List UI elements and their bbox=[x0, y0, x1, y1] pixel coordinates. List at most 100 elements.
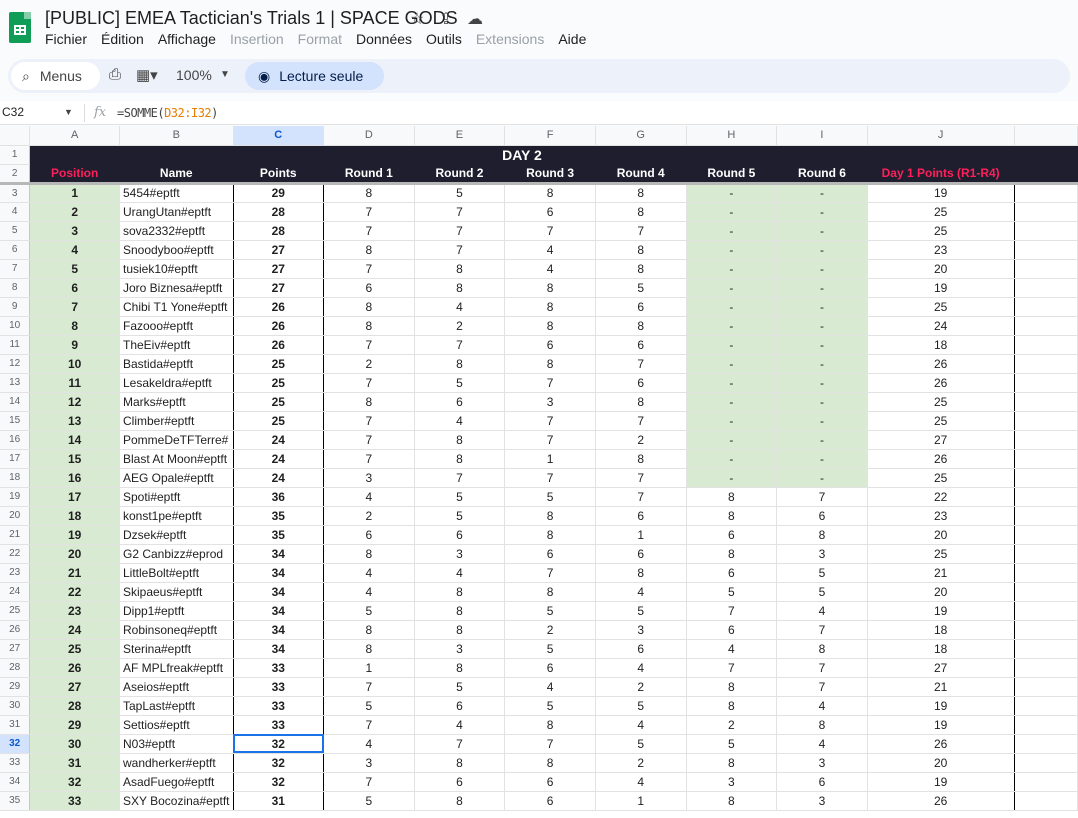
round-cell[interactable]: 4 bbox=[595, 658, 687, 678]
name-cell[interactable]: Aseios#eptft bbox=[119, 677, 234, 697]
points-cell[interactable]: 28 bbox=[233, 202, 325, 222]
column-header-g[interactable]: G bbox=[595, 126, 687, 146]
day1-points-cell[interactable]: 25 bbox=[867, 544, 1015, 564]
empty-cell[interactable] bbox=[1014, 316, 1078, 336]
row-header[interactable]: 8 bbox=[0, 278, 31, 298]
empty-cell[interactable] bbox=[1014, 259, 1078, 279]
points-cell[interactable]: 25 bbox=[233, 354, 325, 374]
points-cell[interactable]: 35 bbox=[233, 525, 325, 545]
round-cell[interactable]: 6 bbox=[504, 335, 596, 355]
round-cell[interactable]: 4 bbox=[504, 677, 596, 697]
name-cell[interactable]: sova2332#eptft bbox=[119, 221, 234, 241]
day1-points-cell[interactable]: 22 bbox=[867, 487, 1015, 507]
position-cell[interactable]: 7 bbox=[29, 297, 120, 317]
round-cell[interactable]: - bbox=[776, 278, 868, 298]
round-cell[interactable]: 8 bbox=[776, 639, 868, 659]
round-cell[interactable]: 7 bbox=[595, 411, 687, 431]
position-cell[interactable]: 5 bbox=[29, 259, 120, 279]
round-cell[interactable]: 8 bbox=[776, 715, 868, 735]
round-cell[interactable]: - bbox=[686, 297, 778, 317]
round-cell[interactable]: 7 bbox=[686, 658, 778, 678]
position-cell[interactable]: 12 bbox=[29, 392, 120, 412]
round-cell[interactable]: 6 bbox=[414, 392, 506, 412]
row-header[interactable]: 4 bbox=[0, 202, 31, 222]
row-header[interactable]: 3 bbox=[0, 183, 31, 203]
round-cell[interactable]: 6 bbox=[323, 278, 415, 298]
row-header[interactable]: 2 bbox=[0, 164, 31, 185]
row-header[interactable]: 32 bbox=[0, 734, 31, 754]
round-cell[interactable]: - bbox=[686, 202, 778, 222]
round-cell[interactable]: 1 bbox=[595, 525, 687, 545]
position-cell[interactable]: 14 bbox=[29, 430, 120, 450]
round-cell[interactable]: 8 bbox=[504, 506, 596, 526]
round-cell[interactable]: 4 bbox=[414, 297, 506, 317]
round-cell[interactable]: 3 bbox=[323, 753, 415, 773]
round-cell[interactable]: 7 bbox=[504, 430, 596, 450]
position-cell[interactable]: 8 bbox=[29, 316, 120, 336]
round-cell[interactable]: 3 bbox=[414, 639, 506, 659]
row-header[interactable]: 30 bbox=[0, 696, 31, 716]
round-cell[interactable]: 1 bbox=[504, 449, 596, 469]
row-header[interactable]: 10 bbox=[0, 316, 31, 336]
round-cell[interactable]: 8 bbox=[686, 487, 778, 507]
name-cell[interactable]: Settios#eptft bbox=[119, 715, 234, 735]
empty-cell[interactable] bbox=[1014, 658, 1078, 678]
points-cell[interactable]: 24 bbox=[233, 449, 325, 469]
points-cell[interactable]: 27 bbox=[233, 278, 325, 298]
row-header[interactable]: 18 bbox=[0, 468, 31, 488]
round-cell[interactable]: - bbox=[686, 221, 778, 241]
select-all-corner[interactable] bbox=[0, 126, 31, 146]
round-cell[interactable]: 8 bbox=[414, 620, 506, 640]
round-cell[interactable]: 6 bbox=[504, 772, 596, 792]
name-cell[interactable]: Bastida#eptft bbox=[119, 354, 234, 374]
points-cell[interactable]: 27 bbox=[233, 240, 325, 260]
name-cell[interactable]: SXY Bocozina#eptft bbox=[119, 791, 234, 811]
points-cell[interactable]: 32 bbox=[233, 734, 325, 754]
round-cell[interactable]: 7 bbox=[776, 487, 868, 507]
round-cell[interactable]: 4 bbox=[504, 259, 596, 279]
points-cell[interactable]: 33 bbox=[233, 677, 325, 697]
position-cell[interactable]: 17 bbox=[29, 487, 120, 507]
round-cell[interactable]: 6 bbox=[776, 506, 868, 526]
round-cell[interactable]: 4 bbox=[323, 734, 415, 754]
position-cell[interactable]: 21 bbox=[29, 563, 120, 583]
round-cell[interactable]: 7 bbox=[504, 734, 596, 754]
empty-cell[interactable] bbox=[1014, 544, 1078, 564]
name-cell[interactable]: UrangUtan#eptft bbox=[119, 202, 234, 222]
round-cell[interactable]: 7 bbox=[776, 677, 868, 697]
day1-points-cell[interactable]: 25 bbox=[867, 202, 1015, 222]
round-cell[interactable]: 5 bbox=[323, 791, 415, 811]
round-cell[interactable]: 5 bbox=[504, 601, 596, 621]
round-cell[interactable]: - bbox=[776, 316, 868, 336]
round-cell[interactable]: - bbox=[686, 468, 778, 488]
day1-points-cell[interactable]: 23 bbox=[867, 240, 1015, 260]
round-cell[interactable]: - bbox=[686, 183, 778, 203]
day1-points-cell[interactable]: 23 bbox=[867, 506, 1015, 526]
round-cell[interactable]: 2 bbox=[504, 620, 596, 640]
round-cell[interactable]: - bbox=[776, 240, 868, 260]
position-cell[interactable]: 28 bbox=[29, 696, 120, 716]
name-cell[interactable]: TheEiv#eptft bbox=[119, 335, 234, 355]
name-cell[interactable]: Sterina#eptft bbox=[119, 639, 234, 659]
menu-aide[interactable]: Aide bbox=[558, 31, 586, 47]
points-cell[interactable]: 36 bbox=[233, 487, 325, 507]
name-cell[interactable]: AF MPLfreak#eptft bbox=[119, 658, 234, 678]
row-header[interactable]: 20 bbox=[0, 506, 31, 526]
column-title[interactable]: Position bbox=[29, 164, 120, 185]
round-cell[interactable]: 7 bbox=[504, 563, 596, 583]
round-cell[interactable]: 7 bbox=[595, 221, 687, 241]
row-header[interactable]: 19 bbox=[0, 487, 31, 507]
column-header-h[interactable]: H bbox=[686, 126, 778, 146]
day1-points-cell[interactable]: 26 bbox=[867, 373, 1015, 393]
round-cell[interactable]: 2 bbox=[595, 430, 687, 450]
points-cell[interactable]: 25 bbox=[233, 411, 325, 431]
formula-input[interactable]: =SOMME(D32:I32) bbox=[117, 106, 218, 120]
position-cell[interactable]: 16 bbox=[29, 468, 120, 488]
round-cell[interactable]: 8 bbox=[595, 202, 687, 222]
round-cell[interactable]: 8 bbox=[686, 506, 778, 526]
points-cell[interactable]: 34 bbox=[233, 620, 325, 640]
column-header-f[interactable]: F bbox=[504, 126, 596, 146]
round-cell[interactable]: 8 bbox=[323, 297, 415, 317]
round-cell[interactable]: 5 bbox=[776, 563, 868, 583]
round-cell[interactable]: 6 bbox=[686, 563, 778, 583]
